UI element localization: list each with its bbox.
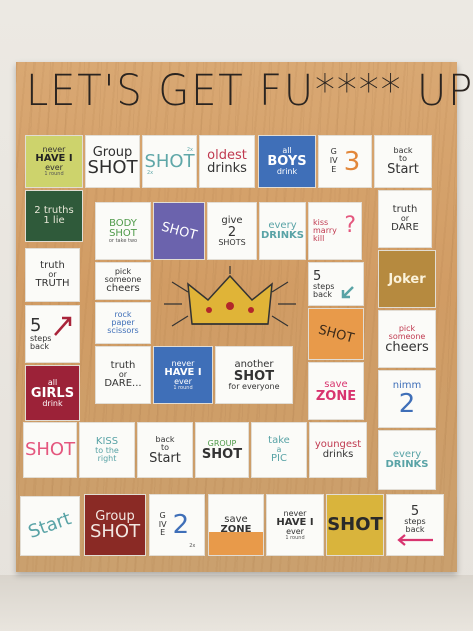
tile-all-girls-drink: all GIRLS drink — [25, 365, 80, 421]
tile-every-drinks-2: every DRINKS — [259, 202, 306, 260]
tile-five-steps-back-3: 5 steps back — [308, 262, 364, 306]
tile-nimm-2: nimm 2 — [378, 370, 436, 428]
tile-pick-someone-cheers-2: pick someone cheers — [95, 262, 151, 300]
tile-back-to-start-2: back to Start — [137, 422, 193, 478]
arrow-down-left-icon — [341, 286, 354, 299]
tile-pick-someone-cheers: pick someone cheers — [378, 310, 436, 368]
wall-background — [0, 575, 473, 631]
tile-shot-yellow: SHOT — [326, 494, 384, 556]
tile-shot-purple: SHOT — [153, 202, 205, 260]
tile-never-have-i-ever: never HAVE I ever 1 round — [25, 135, 83, 188]
tile-two-truths-one-lie: 2 truths 1 lie — [25, 190, 83, 242]
tile-take-a-pic: take a PIC — [251, 422, 307, 478]
tile-all-boys-drink: all BOYS drink — [258, 135, 316, 188]
board-title: LET'S GET FU**** UP — [26, 66, 473, 116]
tile-save-zone: save ZONE — [208, 494, 264, 556]
tile-group-shot-red: Group SHOT — [84, 494, 146, 556]
tile-kiss-to-the-right: KISS to the right — [79, 422, 135, 478]
tile-never-have-i-ever-2: never HAVE I ever 1 round — [266, 494, 324, 556]
tile-every-drinks: every DRINKS — [378, 430, 436, 490]
arrow-up-right-icon — [54, 316, 72, 336]
tile-group-shot: Group SHOT — [85, 135, 140, 188]
tile-give-3: GIVE 3 — [318, 135, 372, 188]
tile-shot-2x: 2x SHOT 2x — [142, 135, 197, 188]
tile-rock-paper-scissors: rock paper scissors — [95, 302, 151, 344]
tile-shot-orange: SHOT — [308, 308, 364, 360]
tile-five-steps-back: 5 steps back — [25, 305, 80, 363]
tile-shot-pink: SHOT — [23, 422, 77, 478]
tile-youngest-drinks: youngest drinks — [309, 422, 367, 478]
tile-joker: Joker — [378, 250, 436, 308]
tile-body-shot: BODY SHOT or take two — [95, 202, 151, 260]
tile-give-2-shots: give 2 SHOTS — [207, 202, 257, 260]
tile-never-have-i-ever-3: never HAVE I ever 1 round — [153, 346, 213, 404]
tile-five-steps-back-2: 5 steps back — [386, 494, 444, 556]
tile-group-shot-green: GROUP SHOT — [195, 422, 249, 478]
center-crown-area — [154, 262, 306, 346]
arrow-left-icon — [397, 533, 433, 546]
crown-icon — [164, 266, 296, 327]
tile-another-shot: another SHOT for everyone — [215, 346, 293, 404]
tile-truth-or-truth: truth or TRUTH — [25, 248, 80, 302]
tile-start: Start — [20, 496, 80, 556]
tile-truth-or-dare: truth or DARE — [378, 190, 432, 248]
question-mark-icon: ? — [344, 213, 356, 238]
tile-back-to-start: back to Start — [374, 135, 432, 188]
tile-kiss-marry-kill: kiss marry kill ? — [308, 202, 362, 260]
tile-save-zone-2: save ZONE — [308, 362, 364, 420]
tile-truth-or-dare-2: truth or DARE... — [95, 346, 151, 404]
tile-give-2: GIVE 2 2x — [149, 494, 205, 556]
tile-oldest-drinks: oldest drinks — [199, 135, 255, 188]
